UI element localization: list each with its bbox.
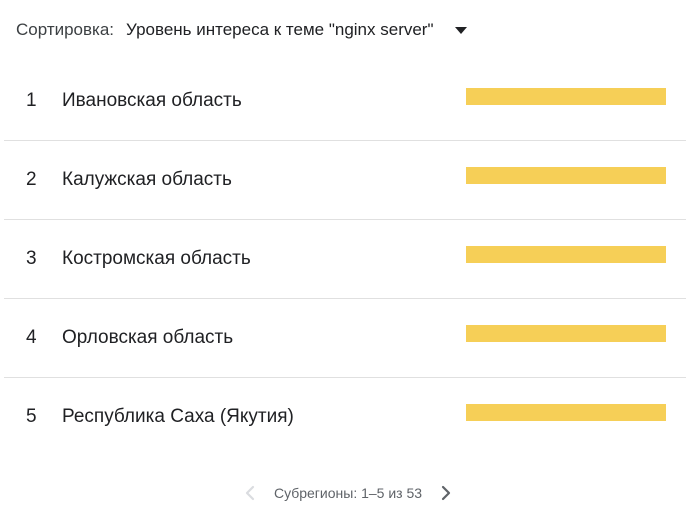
list-item[interactable]: 1 Ивановская область xyxy=(4,62,686,141)
interest-bar xyxy=(466,167,666,184)
region-name[interactable]: Костромская область xyxy=(62,248,251,270)
list-item[interactable]: 5 Республика Саха (Якутия) xyxy=(4,378,686,457)
chevron-right-icon xyxy=(441,485,451,501)
region-name[interactable]: Орловская область xyxy=(62,327,233,349)
region-list: 1 Ивановская область 2 Калужская область… xyxy=(4,62,686,457)
rank-number: 2 xyxy=(26,169,37,190)
sort-value[interactable]: Уровень интереса к теме "nginx server" xyxy=(126,20,433,40)
interest-bar xyxy=(466,246,666,263)
interest-bar xyxy=(466,88,666,105)
interest-bar xyxy=(466,404,666,421)
chevron-left-icon xyxy=(245,485,255,501)
list-item[interactable]: 2 Калужская область xyxy=(4,141,686,220)
pagination-status: Субрегионы: 1–5 из 53 xyxy=(273,485,423,501)
rank-number: 3 xyxy=(26,248,37,269)
rank-number: 1 xyxy=(26,90,37,111)
rank-number: 4 xyxy=(26,327,37,348)
prev-page-button[interactable] xyxy=(236,480,264,506)
interest-bar-fill xyxy=(466,167,666,184)
pagination: Субрегионы: 1–5 из 53 xyxy=(0,480,696,506)
rank-number: 5 xyxy=(26,406,37,427)
region-name[interactable]: Ивановская область xyxy=(62,90,242,112)
sort-label: Сортировка: xyxy=(16,20,115,39)
region-name[interactable]: Республика Саха (Якутия) xyxy=(62,406,294,428)
region-name[interactable]: Калужская область xyxy=(62,169,232,191)
interest-bar-fill xyxy=(466,88,666,105)
interest-bar-fill xyxy=(466,404,666,421)
interest-bar xyxy=(466,325,666,342)
interest-bar-fill xyxy=(466,246,666,263)
list-item[interactable]: 3 Костромская область xyxy=(4,220,686,299)
next-page-button[interactable] xyxy=(432,480,460,506)
interest-bar-fill xyxy=(466,325,666,342)
dropdown-arrow-icon[interactable] xyxy=(454,27,467,34)
sort-dropdown[interactable]: Сортировка: Уровень интереса к теме "ngi… xyxy=(16,14,467,46)
list-item[interactable]: 4 Орловская область xyxy=(4,299,686,378)
